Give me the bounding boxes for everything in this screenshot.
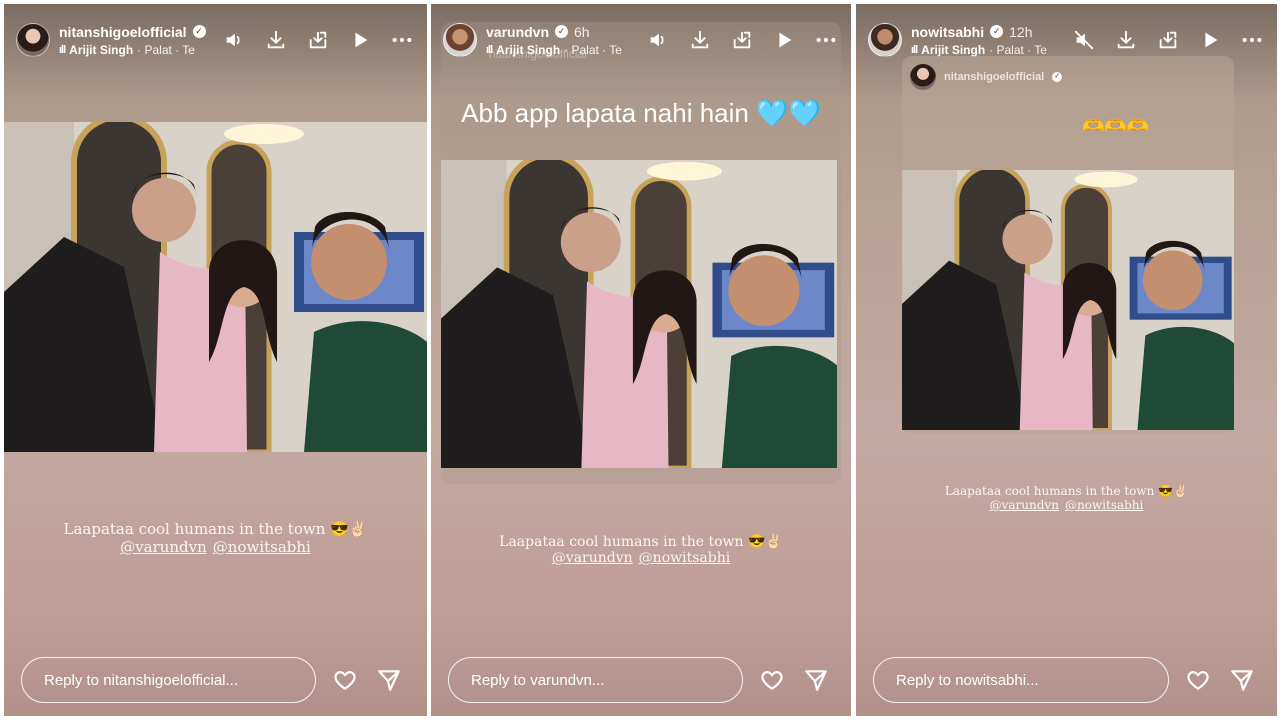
reply-bar: Reply to nitanshigoelofficial... [21,656,410,704]
story-photo [4,122,427,452]
song-artist: Arijit Singh [69,42,134,57]
download-icon[interactable] [263,27,289,53]
music-label[interactable]: ıll Arijit Singh · Palat · Te [486,43,626,57]
header-meta: nowitsabhi ✓ 12h ıll Arijit Singh · Pala… [911,24,1071,57]
speaker-muted-icon[interactable] [1071,27,1097,53]
story-panel-nowitsabhi: nowitsabhi ✓ 12h ıll Arijit Singh · Pala… [856,4,1277,716]
avatar[interactable] [868,23,902,57]
reshare-header: nitanshigoelofficial ✓ [910,64,1063,90]
header-actions [645,27,839,53]
reshare-avatar [910,64,936,90]
header-actions [1071,27,1265,53]
reply-input[interactable]: Reply to nowitsabhi... [873,657,1169,703]
post-time: 12h [1009,23,1033,40]
verified-badge-icon: ✓ [990,25,1004,38]
avatar[interactable] [443,23,477,57]
story-caption: Laapataa cool humans in the town 😎✌🏻 @va… [4,520,427,556]
story-panel-nitanshigoelofficial: nitanshigoelofficial ✓ ıll Arijit Singh … [4,4,427,716]
play-icon[interactable] [771,27,797,53]
reshare-source: nitanshigoelofficial [944,71,1045,83]
music-label[interactable]: ıll Arijit Singh · Palat · Te [911,43,1051,57]
username[interactable]: nitanshigoelofficial [59,24,187,40]
reply-placeholder: Reply to varundvn... [471,671,605,689]
heart-icon[interactable] [1183,665,1213,695]
heart-icon[interactable] [330,665,360,695]
mention-nowitsabhi[interactable]: @nowitsabhi [213,538,311,556]
send-icon[interactable] [1227,665,1257,695]
save-icon[interactable] [729,27,755,53]
send-icon[interactable] [374,665,404,695]
song-title: · Palat · Te [989,42,1047,57]
emoji-text: 🫶🫶🫶 [1082,116,1150,136]
reply-input[interactable]: Reply to varundvn... [448,657,743,703]
music-bars-icon: ıll [911,43,918,56]
verified-badge-icon: ✓ [192,25,206,38]
story-text-banner: Abb app lapata nahi hain 🩵🩵 [431,98,851,129]
username[interactable]: varundvn [486,24,549,40]
song-artist: Arijit Singh [921,42,986,57]
play-icon[interactable] [1197,27,1223,53]
mention-varundvn[interactable]: @varundvn [552,550,633,566]
reshared-card: nitanshigoelofficial ✓ 🫶🫶🫶 [902,56,1234,434]
story-comparison-strip: nitanshigoelofficial ✓ ıll Arijit Singh … [0,0,1280,720]
song-title: · Palat · Te [564,42,622,57]
song-title: · Palat · Te [137,42,195,57]
story-header: varundvn ✓ 6h ıll Arijit Singh · Palat ·… [443,20,839,60]
reply-bar: Reply to varundvn... [448,656,834,704]
reply-input[interactable]: Reply to nitanshigoelofficial... [21,657,316,703]
caption-text: Laapataa cool humans in the town 😎✌🏻 [63,520,368,538]
more-icon[interactable] [389,27,415,53]
caption-text: Laapataa cool humans in the town 😎✌🏻 [499,534,783,550]
mention-nowitsabhi[interactable]: @nowitsabhi [639,550,731,566]
music-bars-icon: ıll [486,43,493,56]
story-caption: Laapataa cool humans in the town 😎✌🏻 @va… [431,534,851,566]
save-icon[interactable] [1155,27,1181,53]
username[interactable]: nowitsabhi [911,24,984,40]
play-icon[interactable] [347,27,373,53]
caption-text: Laapataa cool humans in the town 😎✌🏻 [944,484,1189,498]
story-photo [441,160,837,468]
story-header: nowitsabhi ✓ 12h ıll Arijit Singh · Pala… [868,20,1265,60]
speaker-icon[interactable] [645,27,671,53]
story-caption: Laapataa cool humans in the town 😎✌🏻 @va… [856,484,1277,512]
music-bars-icon: ıll [59,43,66,56]
send-icon[interactable] [801,665,831,695]
reply-placeholder: Reply to nowitsabhi... [896,671,1039,689]
header-meta: varundvn ✓ 6h ıll Arijit Singh · Palat ·… [486,24,645,57]
story-panel-varundvn: nitanshigoelofficial varundvn ✓ 6h ıll A… [431,4,851,716]
story-header: nitanshigoelofficial ✓ ıll Arijit Singh … [16,20,415,60]
more-icon[interactable] [1239,27,1265,53]
emoji-row: 🫶🫶🫶 [1082,116,1149,137]
song-artist: Arijit Singh [496,42,561,57]
story-photo [902,170,1234,430]
avatar[interactable] [16,23,50,57]
banner-text: Abb app lapata nahi hain 🩵🩵 [461,98,821,128]
mention-varundvn[interactable]: @varundvn [990,498,1059,512]
reply-bar: Reply to nowitsabhi... [873,656,1260,704]
header-actions [221,27,415,53]
music-label[interactable]: ıll Arijit Singh · Palat · Te [59,43,199,57]
header-meta: nitanshigoelofficial ✓ ıll Arijit Singh … [59,24,221,57]
download-icon[interactable] [687,27,713,53]
verified-badge-icon: ✓ [555,25,569,38]
post-time: 6h [574,23,590,40]
heart-icon[interactable] [757,665,787,695]
verified-badge-icon: ✓ [1052,72,1063,82]
download-icon[interactable] [1113,27,1139,53]
save-icon[interactable] [305,27,331,53]
mention-nowitsabhi[interactable]: @nowitsabhi [1065,498,1143,512]
reply-placeholder: Reply to nitanshigoelofficial... [44,671,239,689]
more-icon[interactable] [813,27,839,53]
mention-varundvn[interactable]: @varundvn [120,538,207,556]
speaker-icon[interactable] [221,27,247,53]
